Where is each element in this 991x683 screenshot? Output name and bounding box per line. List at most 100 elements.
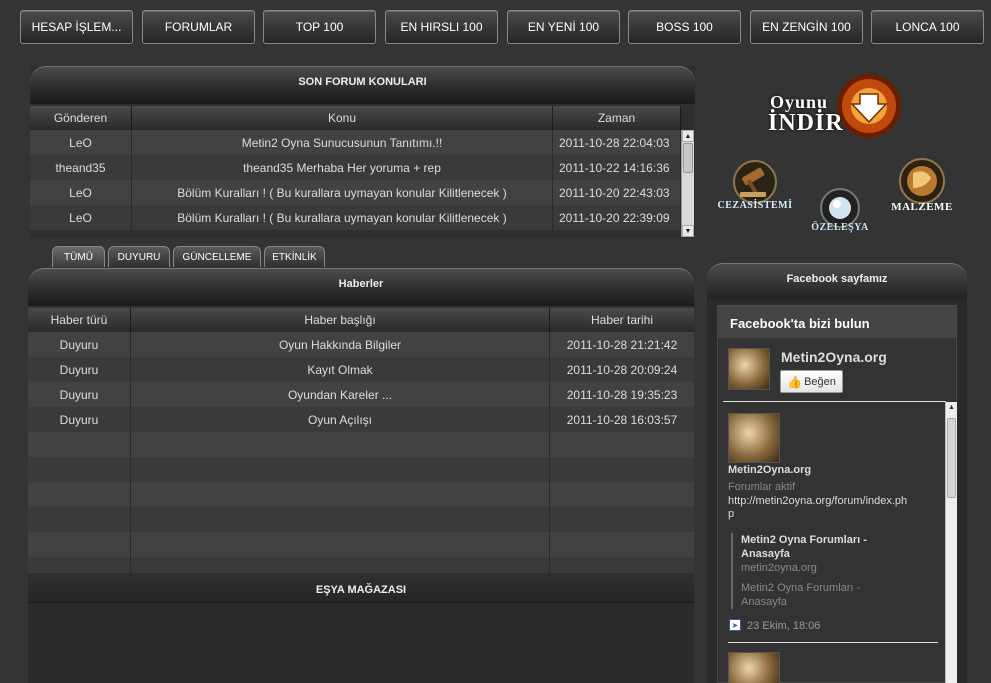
nav-ambitious100-button[interactable]: EN HIRSLI 100 [385, 10, 498, 44]
news-row[interactable]: Duyuru Oyun Hakkında Bilgiler 2011-10-28… [28, 332, 694, 357]
forum-row-time: 2011-10-22 14:16:36 [553, 155, 681, 180]
page-avatar[interactable] [728, 348, 770, 390]
link-divider [731, 533, 733, 609]
status-icon: ➤ [729, 619, 741, 631]
tab-all[interactable]: TÜMÜ [52, 246, 105, 267]
post-avatar[interactable] [728, 413, 780, 463]
post-text: Forumlar aktif [728, 481, 796, 493]
tab-update[interactable]: GÜNCELLEME [173, 246, 261, 267]
like-button[interactable]: 👍 Beğen [780, 370, 843, 393]
forum-scroll-thumb[interactable] [683, 143, 693, 173]
special-item-link[interactable]: ÖZELEŞYA [807, 188, 873, 238]
news-row-type: Duyuru [28, 382, 131, 407]
forum-row-sender: LeO [30, 130, 132, 155]
thumbs-up-icon: 👍 [787, 374, 803, 389]
facebook-feed-scrollbar[interactable]: ▲ [945, 402, 957, 683]
link-domain: metin2oyna.org [741, 562, 817, 574]
shop-panel: EŞYA MAĞAZASI [28, 573, 694, 683]
facebook-box-title: Facebook'ta bizi bulun [718, 306, 956, 338]
facebook-panel-title: Facebook sayfamız [707, 263, 967, 299]
link-title[interactable]: Metin2 Oyna Forumları - Anasayfa [741, 533, 891, 561]
post-separator [728, 642, 938, 643]
forum-row-sender: theand35 [30, 155, 132, 180]
forum-col-sender: Gönderen [30, 106, 132, 130]
news-row-title[interactable]: Kayıt Olmak [131, 357, 550, 382]
forum-row-time: 2011-10-20 22:39:09 [553, 205, 681, 230]
nav-forums-button[interactable]: FORUMLAR [142, 10, 255, 44]
post-date[interactable]: 23 Ekim, 18:06 [747, 620, 820, 632]
materials-link[interactable]: MALZEME [885, 158, 959, 216]
news-row[interactable]: Duyuru Oyundan Kareler ... 2011-10-28 19… [28, 382, 694, 407]
materials-scroll-icon [899, 158, 945, 204]
forum-col-time: Zaman [553, 106, 681, 130]
forum-col-topic: Konu [132, 106, 553, 130]
news-row-date: 2011-10-28 19:35:23 [566, 387, 678, 402]
feed-scroll-thumb[interactable] [947, 418, 956, 498]
news-row-date: 2011-10-28 20:09:24 [566, 362, 678, 377]
forum-panel: SON FORUM KONULARI Gönderen Konu Zaman L… [30, 66, 695, 238]
news-row-title[interactable]: Oyun Açılışı [131, 407, 550, 432]
penalty-system-link[interactable]: CEZASİSTEMİ [712, 160, 798, 216]
gavel-icon [733, 160, 777, 204]
download-text-bottom: İNDİR [768, 110, 844, 136]
forum-panel-title: SON FORUM KONULARI [30, 66, 695, 104]
facebook-feed: Metin2Oyna.org Forumlar aktif http://met… [723, 401, 946, 683]
scroll-down-arrow-icon[interactable]: ▼ [682, 225, 694, 237]
news-panel: Haberler Haber türü Haber başlığı Haber … [28, 268, 694, 573]
link-description: Metin2 Oyna Forumları - Anasayfa [741, 582, 861, 608]
news-row-empty [28, 457, 694, 482]
news-row-date: 2011-10-28 21:21:42 [566, 337, 678, 352]
forum-table-header: Gönderen Konu Zaman [30, 106, 681, 130]
news-panel-title: Haberler [28, 268, 694, 306]
nav-newest100-button[interactable]: EN YENİ 100 [507, 10, 620, 44]
top-navigation: HESAP İŞLEM... FORUMLAR TOP 100 EN HIRSL… [0, 0, 991, 52]
news-row[interactable]: Duyuru Oyun Açılışı 2011-10-28 16:03:57 [28, 407, 694, 432]
shop-panel-title: EŞYA MAĞAZASI [28, 573, 694, 603]
nav-richest100-button[interactable]: EN ZENGİN 100 [750, 10, 863, 44]
news-col-type: Haber türü [28, 308, 131, 332]
forum-row[interactable]: LeO Bölüm Kuralları ! ( Bu kurallara uym… [30, 180, 681, 205]
forum-row-topic[interactable]: theand35 Merhaba Her yoruma + rep [132, 155, 553, 180]
news-row-title[interactable]: Oyun Hakkında Bilgiler [131, 332, 550, 357]
nav-account-button[interactable]: HESAP İŞLEM... [20, 10, 133, 44]
nav-guild100-button[interactable]: LONCA 100 [871, 10, 984, 44]
news-row-empty [28, 532, 694, 557]
forum-row[interactable]: LeO Bölüm Kuralları ! ( Bu kurallara uym… [30, 205, 681, 230]
forum-row-time: 2011-10-28 22:04:03 [553, 130, 681, 155]
forum-row-sender: LeO [30, 205, 132, 230]
nav-top100-button[interactable]: TOP 100 [263, 10, 376, 44]
news-row-title[interactable]: Oyundan Kareler ... [131, 382, 550, 407]
news-table-header: Haber türü Haber başlığı Haber tarihi [28, 308, 694, 332]
news-row-empty [28, 482, 694, 507]
news-col-title: Haber başlığı [131, 308, 550, 332]
post-link[interactable]: http://metin2oyna.org/forum/index.php [728, 495, 913, 521]
news-row[interactable]: Duyuru Kayıt Olmak 2011-10-28 20:09:24 [28, 357, 694, 382]
facebook-like-box: Facebook'ta bizi bulun Metin2Oyna.org 👍 … [717, 305, 957, 683]
news-row-empty [28, 507, 694, 532]
forum-row-topic[interactable]: Metin2 Oyna Sunucusunun Tanıtımı.!! [132, 130, 553, 155]
forum-row-time: 2011-10-20 22:43:03 [553, 180, 681, 205]
tab-event[interactable]: ETKİNLİK [264, 246, 325, 267]
page-name-link[interactable]: Metin2Oyna.org [781, 349, 887, 365]
download-game-banner[interactable]: Oyunu İNDİR [768, 70, 904, 142]
forum-row[interactable]: theand35 theand35 Merhaba Her yoruma + r… [30, 155, 681, 180]
like-button-label: Beğen [804, 375, 836, 388]
tab-announcement[interactable]: DUYURU [108, 246, 170, 267]
news-col-date: Haber tarihi [590, 313, 654, 327]
penalty-system-label: CEZASİSTEMİ [717, 200, 793, 211]
scroll-up-arrow-icon[interactable]: ▲ [682, 130, 694, 142]
news-row-empty [28, 557, 694, 573]
news-row-type: Duyuru [28, 357, 131, 382]
forum-row-topic[interactable]: Bölüm Kuralları ! ( Bu kurallara uymayan… [132, 205, 553, 230]
forum-row-sender: LeO [30, 180, 132, 205]
news-row-type: Duyuru [28, 407, 131, 432]
news-row-empty [28, 432, 694, 457]
forum-row-topic[interactable]: Bölüm Kuralları ! ( Bu kurallara uymayan… [132, 180, 553, 205]
news-row-type: Duyuru [28, 332, 131, 357]
forum-row[interactable]: LeO Metin2 Oyna Sunucusunun Tanıtımı.!! … [30, 130, 681, 155]
post-author-link[interactable]: Metin2Oyna.org [728, 464, 811, 476]
post-avatar[interactable] [728, 652, 780, 683]
scroll-up-arrow-icon[interactable]: ▲ [948, 404, 955, 411]
nav-boss100-button[interactable]: BOSS 100 [628, 10, 741, 44]
forum-scrollbar[interactable]: ▲ ▼ [681, 130, 694, 237]
